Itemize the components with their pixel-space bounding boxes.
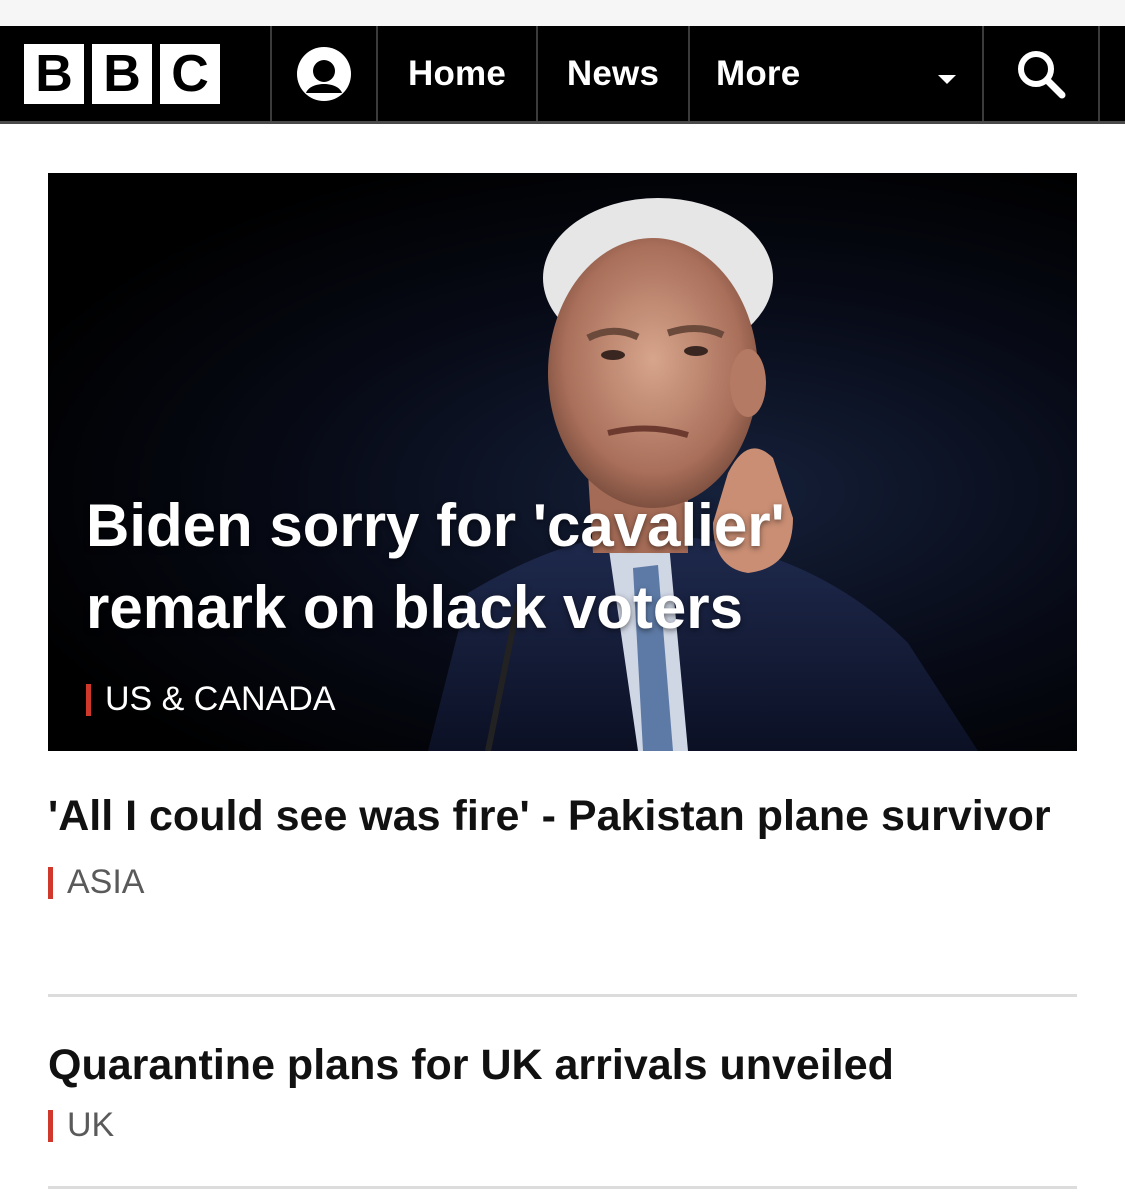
story-item[interactable]: Quarantine plans for UK arrivals unveile…	[48, 1036, 1077, 1145]
story-item[interactable]: 'All I could see was fire' - Pakistan pl…	[48, 787, 1077, 902]
story-category-label: UK	[67, 1106, 115, 1144]
nav-home-label: Home	[407, 53, 507, 93]
bbc-logo[interactable]: B B C	[0, 26, 272, 121]
hero-category-tag[interactable]: US & CANADA	[86, 680, 336, 719]
status-strip	[0, 0, 1125, 26]
user-account-icon	[297, 46, 351, 101]
hero-story[interactable]: Biden sorry for 'cavalier' remark on bla…	[48, 173, 1077, 751]
search-button[interactable]	[984, 26, 1100, 121]
story-category-tag[interactable]: ASIA	[48, 863, 1077, 902]
hero-photo	[428, 198, 978, 751]
nav-news-link[interactable]: News	[538, 26, 690, 121]
nav-news-label: News	[566, 53, 660, 93]
logo-letter-1: B	[24, 43, 84, 104]
nav-more-label: More	[716, 53, 801, 93]
story-headline[interactable]: Quarantine plans for UK arrivals unveile…	[48, 1036, 1077, 1094]
story-divider	[48, 994, 1077, 997]
category-accent-bar	[48, 866, 53, 899]
category-accent-bar	[86, 683, 91, 716]
logo-letter-2: B	[92, 43, 152, 104]
hero-headline[interactable]: Biden sorry for 'cavalier' remark on bla…	[86, 485, 986, 649]
story-category-label: ASIA	[67, 863, 145, 901]
story-divider	[48, 1186, 1077, 1189]
nav-home-link[interactable]: Home	[378, 26, 538, 121]
story-headline[interactable]: 'All I could see was fire' - Pakistan pl…	[48, 787, 1077, 845]
story-category-tag[interactable]: UK	[48, 1106, 1077, 1145]
caret-down-icon	[938, 75, 956, 84]
search-icon	[1018, 50, 1066, 98]
category-accent-bar	[48, 1109, 53, 1142]
account-button[interactable]	[272, 26, 378, 121]
logo-letter-3: C	[160, 43, 220, 104]
top-navigation-bar: B B C Home News More	[0, 26, 1125, 124]
nav-more-dropdown[interactable]: More	[690, 26, 984, 121]
hero-category-label: US & CANADA	[105, 680, 336, 718]
